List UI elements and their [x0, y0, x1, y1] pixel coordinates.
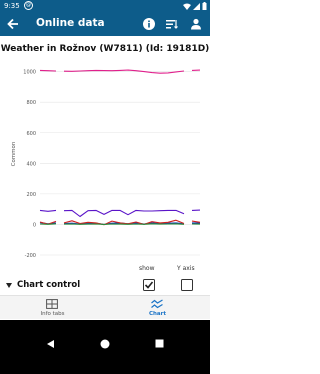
show-checkbox[interactable]	[143, 279, 155, 291]
app-title: Online data	[36, 17, 105, 29]
back-triangle-icon[interactable]	[46, 339, 55, 349]
line-chart[interactable]: Common 10008006004002000-200 00:0014.10.…	[0, 58, 210, 263]
nav-chart[interactable]: Chart	[105, 296, 210, 320]
bottom-navigation: Info tabs Chart	[0, 295, 210, 319]
recents-square-icon[interactable]	[155, 339, 164, 348]
chart-control-row[interactable]: Chart control	[0, 277, 210, 295]
wifi-icon	[183, 3, 191, 10]
y-axis-label: Common	[11, 141, 17, 166]
chart-title: Weather in Rožnov (W7811) (Id: 19181D)	[0, 44, 210, 54]
grid-icon	[46, 299, 58, 309]
chart-icon	[151, 299, 163, 309]
chart-control-label: Chart control	[17, 280, 81, 290]
nav-info-tabs[interactable]: Info tabs	[0, 296, 105, 320]
signal-icon	[193, 2, 200, 10]
collapse-triangle-icon[interactable]	[6, 283, 12, 288]
battery-icon	[202, 2, 207, 10]
nav-chart-label: Chart	[148, 311, 166, 317]
y-tick-label: 200	[26, 192, 36, 198]
y-tick-label: 800	[26, 100, 36, 106]
info-icon[interactable]	[142, 17, 156, 31]
y-tick-label: 1000	[23, 70, 36, 76]
y-tick-label: 600	[26, 131, 36, 137]
nav-info-tabs-label: Info tabs	[40, 311, 65, 317]
status-time: 9:35	[4, 2, 20, 10]
series-line-2	[39, 209, 201, 218]
y-tick-label: 400	[26, 161, 36, 167]
y-axis-checkbox[interactable]	[181, 279, 193, 291]
back-arrow-icon[interactable]	[6, 17, 20, 31]
system-icons	[183, 1, 207, 11]
person-icon[interactable]	[189, 17, 203, 31]
y-tick-label: 0	[33, 222, 36, 228]
app-bar: Online data	[0, 12, 210, 36]
sort-filter-icon[interactable]	[165, 17, 179, 31]
system-navigation-bar	[0, 320, 210, 374]
y-axis-column-header: Y axis	[177, 265, 195, 272]
y-tick-label: -200	[25, 253, 36, 259]
at-sign-icon: @	[24, 1, 33, 10]
show-column-header: show	[139, 265, 155, 272]
status-bar: 9:35 @	[0, 0, 210, 12]
home-circle-icon[interactable]	[100, 339, 110, 349]
